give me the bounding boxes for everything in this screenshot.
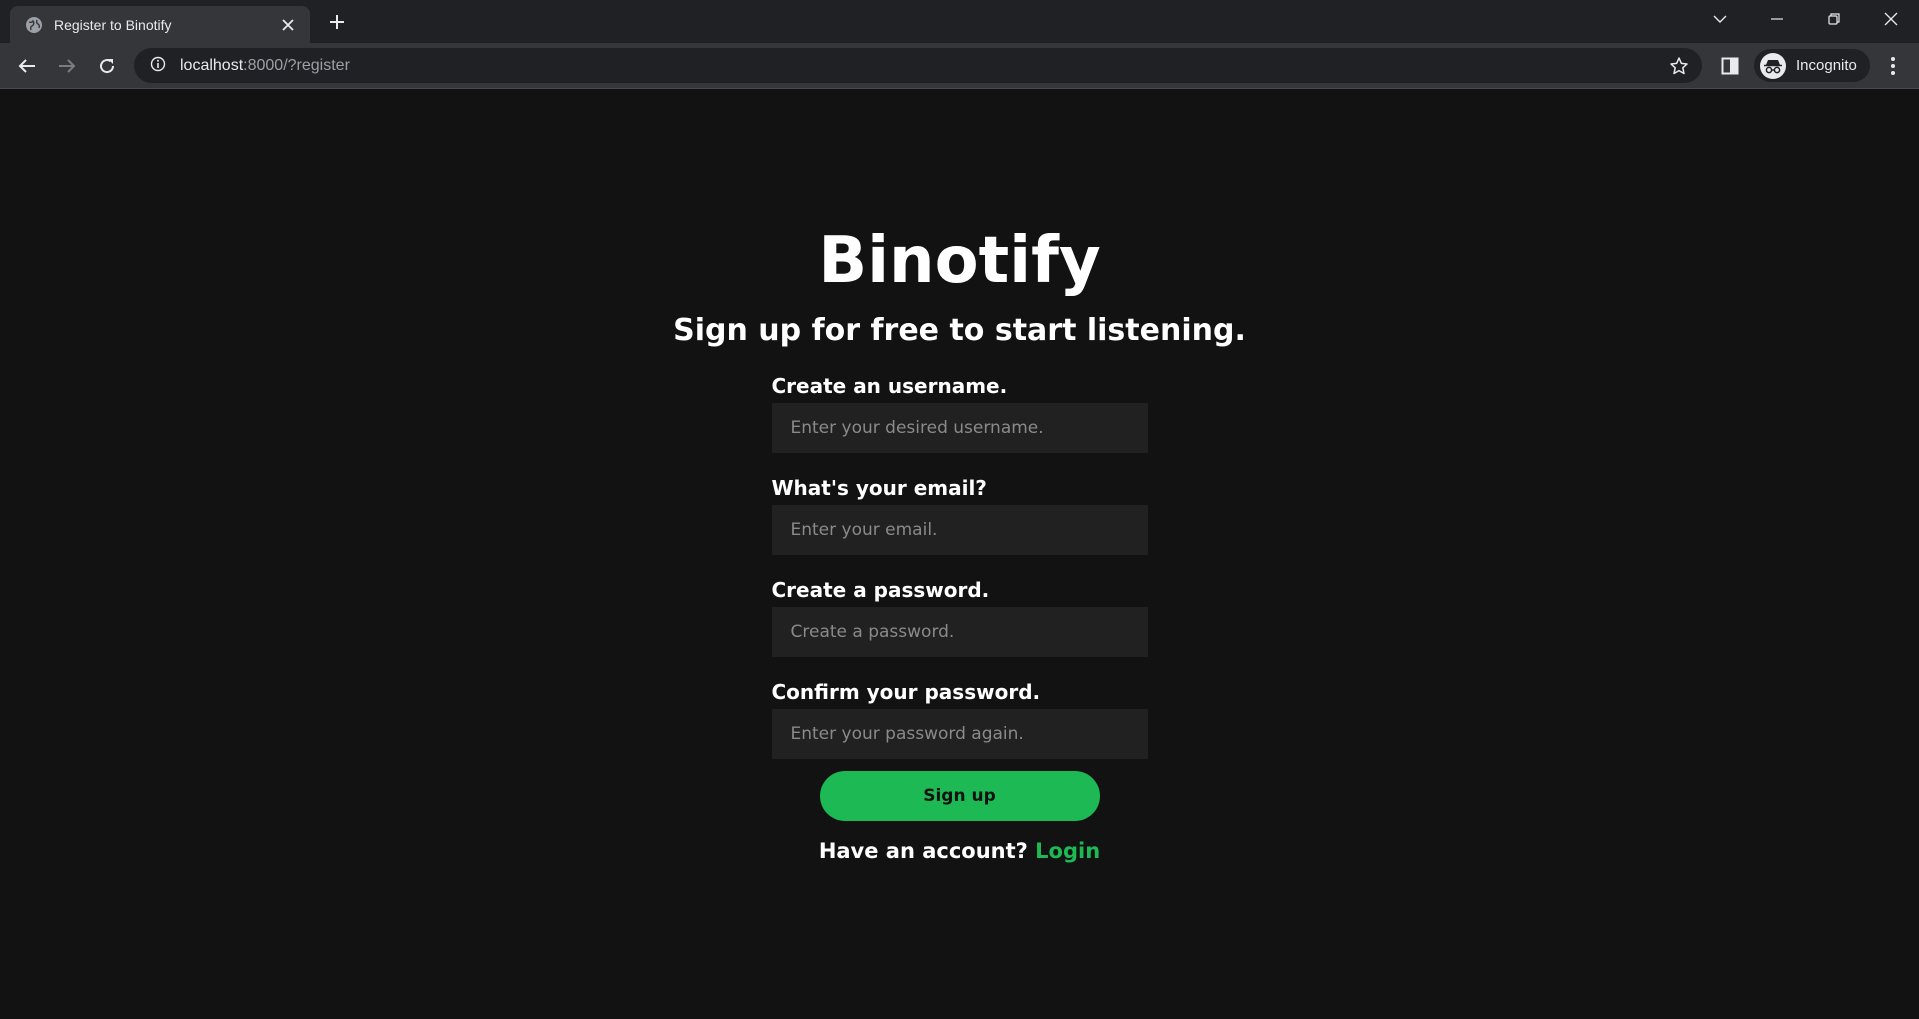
password-label: Create a password. (771, 578, 990, 602)
close-window-icon[interactable] (1863, 0, 1919, 38)
forward-arrow-icon[interactable] (52, 51, 82, 81)
brand-title: Binotify (818, 224, 1101, 298)
confirm-password-label: Confirm your password. (771, 680, 1041, 704)
restore-icon[interactable] (1806, 0, 1862, 38)
reload-icon[interactable] (92, 51, 122, 81)
tab-title: Register to Binotify (54, 16, 172, 33)
tab-search-icon[interactable] (1692, 0, 1748, 38)
register-container: Binotify Sign up for free to start liste… (0, 225, 1919, 863)
sign-up-button[interactable]: Sign up (819, 771, 1100, 821)
profile-label: Incognito (1796, 57, 1857, 74)
side-panel-icon[interactable] (1717, 53, 1743, 79)
password-field-group: Create a password. (771, 577, 1148, 657)
globe-icon (26, 16, 42, 33)
bookmark-star-icon[interactable] (1668, 55, 1690, 77)
have-account-text: Have an account? (818, 839, 1036, 863)
confirm-password-input[interactable] (771, 709, 1148, 759)
login-link[interactable]: Login (1035, 839, 1100, 863)
email-label: What's your email? (771, 476, 987, 500)
kebab-menu-icon[interactable] (1880, 53, 1906, 79)
browser-tabbar: Register to Binotify (0, 0, 1919, 43)
incognito-profile-button[interactable]: Incognito (1754, 49, 1870, 82)
username-input[interactable] (771, 403, 1148, 453)
username-label: Create an username. (771, 374, 1008, 398)
address-bar[interactable]: localhost:8000/?register (134, 48, 1702, 83)
page-viewport: Binotify Sign up for free to start liste… (0, 89, 1919, 1019)
new-tab-button[interactable] (325, 10, 349, 34)
back-arrow-icon[interactable] (12, 51, 42, 81)
browser-toolbar: localhost:8000/?register Incognito (0, 43, 1919, 89)
password-input[interactable] (771, 607, 1148, 657)
incognito-icon (1760, 52, 1786, 79)
url-text: localhost:8000/?register (180, 57, 350, 75)
confirm-password-field-group: Confirm your password. (771, 679, 1148, 759)
email-field-group: What's your email? (771, 475, 1148, 555)
register-form: Create an username. What's your email? C… (771, 373, 1148, 821)
page-subtitle: Sign up for free to start listening. (673, 313, 1246, 348)
close-icon[interactable] (278, 15, 298, 35)
url-path: :8000/?register (243, 56, 350, 74)
minimize-icon[interactable] (1749, 0, 1805, 38)
have-account-line: Have an account? Login (819, 839, 1100, 863)
email-input[interactable] (771, 505, 1148, 555)
info-icon[interactable] (150, 56, 166, 76)
browser-tab[interactable]: Register to Binotify (10, 6, 310, 43)
username-field-group: Create an username. (771, 373, 1148, 453)
url-host: localhost (180, 56, 244, 74)
